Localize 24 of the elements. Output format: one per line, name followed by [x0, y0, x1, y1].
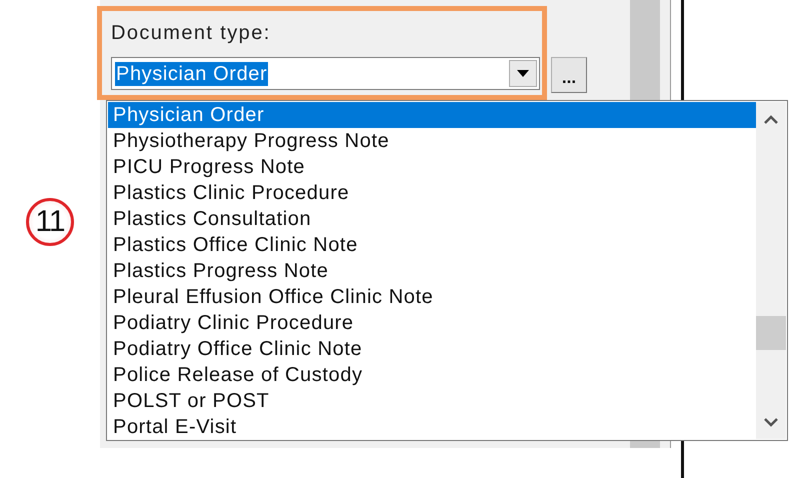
- list-item[interactable]: Portal E-Visit: [108, 414, 756, 440]
- list-item[interactable]: PICU Progress Note: [108, 154, 756, 180]
- caret-down-icon: [517, 70, 529, 77]
- list-item[interactable]: Podiatry Office Clinic Note: [108, 336, 756, 362]
- list-item[interactable]: Police Release of Custody: [108, 362, 756, 388]
- list-item[interactable]: Plastics Progress Note: [108, 258, 756, 284]
- list-item[interactable]: POLST or POST: [108, 388, 756, 414]
- list-item[interactable]: Podiatry Clinic Procedure: [108, 310, 756, 336]
- scrollbar[interactable]: [756, 102, 786, 439]
- chevron-down-icon: [764, 418, 778, 426]
- list-item[interactable]: Plastics Office Clinic Note: [108, 232, 756, 258]
- list-item[interactable]: Plastics Consultation: [108, 206, 756, 232]
- dropdown-button[interactable]: [509, 60, 537, 87]
- dropdown-list[interactable]: [106, 100, 788, 441]
- document-type-dropdown[interactable]: Physician Order: [111, 57, 540, 90]
- list-item[interactable]: Plastics Clinic Procedure: [108, 180, 756, 206]
- browse-button[interactable]: ...: [551, 57, 587, 93]
- list-item[interactable]: Physician Order: [108, 102, 756, 128]
- chevron-up-icon: [764, 114, 778, 124]
- list-item[interactable]: Pleural Effusion Office Clinic Note: [108, 284, 756, 310]
- list-item[interactable]: Physiotherapy Progress Note: [108, 128, 756, 154]
- scroll-thumb[interactable]: [756, 316, 786, 350]
- step-number-badge: 11: [26, 198, 74, 246]
- field-label: Document type:: [111, 22, 271, 44]
